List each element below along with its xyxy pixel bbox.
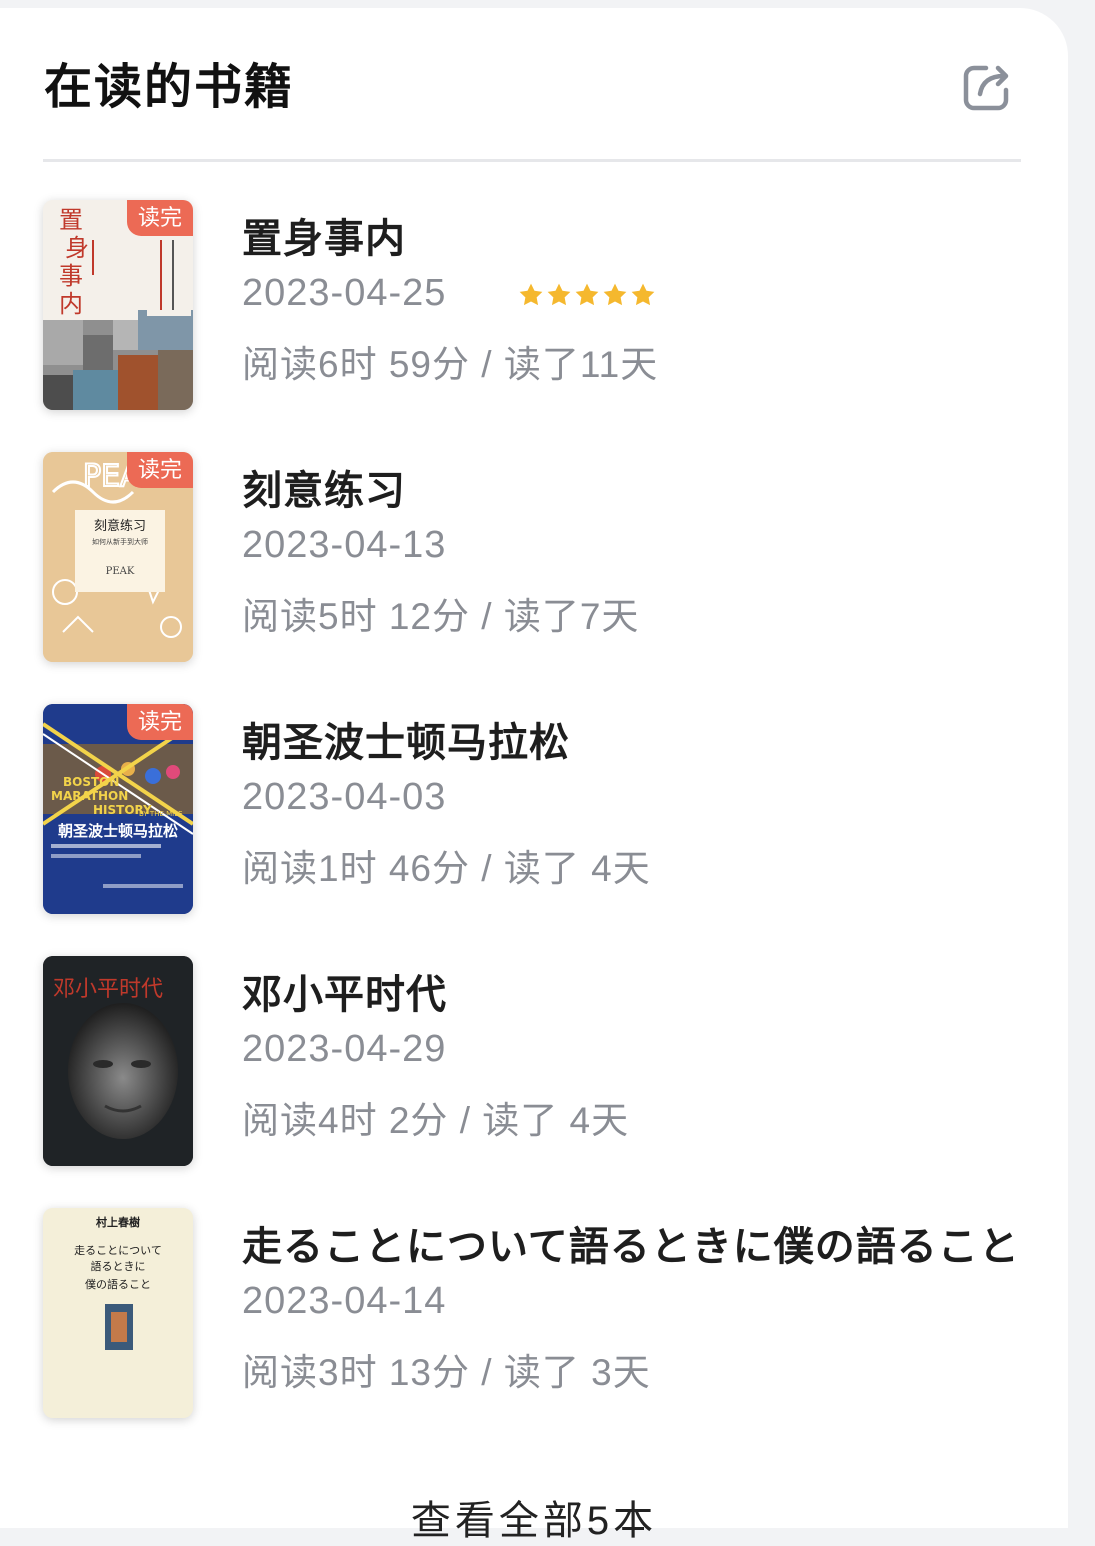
svg-text:BOSTON: BOSTON — [63, 775, 119, 789]
reading-stats: 阅读6时 59分 / 读了11天 — [242, 344, 659, 385]
share-button[interactable] — [960, 58, 1016, 114]
view-all-link[interactable]: 查看全部5本 — [0, 1488, 1068, 1546]
svg-text:刻意练习: 刻意练习 — [94, 518, 146, 534]
svg-text:村上春樹: 村上春樹 — [96, 1215, 140, 1229]
svg-text:身: 身 — [65, 234, 89, 262]
star-icon — [547, 283, 571, 306]
svg-text:内: 内 — [59, 290, 83, 318]
svg-text:語るときに: 語るときに — [91, 1259, 146, 1273]
share-icon — [963, 65, 1009, 111]
header-divider — [43, 159, 1021, 162]
book-item[interactable]: 村上春樹 走ることについて 語るときに 僕の語ること 走ることについて語るときに… — [0, 1208, 1068, 1420]
book-title: 朝圣波士顿马拉松 — [242, 721, 570, 765]
svg-text:朝圣波士顿马拉松: 朝圣波士顿马拉松 — [58, 822, 178, 840]
book-item[interactable]: 置 身 事 内 读完 置身事内 2023-04-25 阅读6时 59分 / 读了… — [0, 200, 1068, 412]
book-item[interactable]: BOSTON MARATHON HISTORY BY THE MILE 朝圣波士… — [0, 704, 1068, 916]
book-title: 置身事内 — [242, 217, 406, 261]
book-date: 2023-04-13 — [242, 524, 447, 566]
book-date: 2023-04-25 — [242, 272, 447, 314]
finished-badge: 读完 — [127, 200, 193, 236]
page-edge — [1070, 8, 1095, 1504]
star-icon — [519, 283, 543, 306]
svg-text:邓小平时代: 邓小平时代 — [53, 977, 163, 1002]
reading-stats: 阅读3时 13分 / 读了 3天 — [242, 1352, 651, 1393]
reading-stats: 阅读5时 12分 / 读了7天 — [242, 596, 640, 637]
svg-text:MARATHON: MARATHON — [51, 789, 128, 803]
book-title: 刻意练习 — [242, 469, 406, 513]
reading-stats: 阅读4时 2分 / 读了 4天 — [242, 1100, 630, 1141]
svg-text:僕の語ること: 僕の語ること — [85, 1277, 151, 1291]
book-cover: PEAK 刻意练习 如何从新手到大师 PEAK 读完 — [43, 452, 193, 662]
star-icon — [575, 283, 599, 306]
rating-stars — [518, 282, 656, 310]
book-title: 走ることについて語るときに僕の語ること — [242, 1225, 1020, 1269]
cover-art: 村上春樹 走ることについて 語るときに 僕の語ること — [43, 1208, 193, 1418]
svg-text:BY THE MILE: BY THE MILE — [139, 810, 183, 818]
star-icon — [631, 283, 655, 306]
star-icon — [603, 283, 627, 306]
svg-text:PEAK: PEAK — [106, 566, 135, 577]
svg-text:如何从新手到大师: 如何从新手到大师 — [92, 537, 148, 546]
book-cover: 邓小平时代 — [43, 956, 193, 1166]
book-cover: BOSTON MARATHON HISTORY BY THE MILE 朝圣波士… — [43, 704, 193, 914]
cover-char: 置 — [59, 206, 83, 234]
card-header: 在读的书籍 — [44, 48, 1020, 128]
book-cover: 置 身 事 内 读完 — [43, 200, 193, 410]
book-date: 2023-04-29 — [242, 1028, 447, 1070]
book-date: 2023-04-14 — [242, 1280, 447, 1322]
book-item[interactable]: PEAK 刻意练习 如何从新手到大师 PEAK 读完 刻意练习 2023-04-… — [0, 452, 1068, 664]
book-cover: 村上春樹 走ることについて 語るときに 僕の語ること — [43, 1208, 193, 1418]
svg-text:事: 事 — [59, 262, 83, 290]
book-item[interactable]: 邓小平时代 邓小平时代 2023-04-29 阅读4时 2分 / 读了 4天 — [0, 956, 1068, 1168]
svg-text:走ることについて: 走ることについて — [74, 1244, 162, 1257]
page-title: 在读的书籍 — [44, 61, 295, 114]
finished-badge: 读完 — [127, 452, 193, 488]
reading-stats: 阅读1时 46分 / 读了 4天 — [242, 848, 651, 889]
book-date: 2023-04-03 — [242, 776, 447, 818]
book-title: 邓小平时代 — [242, 973, 447, 1017]
finished-badge: 读完 — [127, 704, 193, 740]
cover-art: 邓小平时代 — [43, 956, 193, 1166]
